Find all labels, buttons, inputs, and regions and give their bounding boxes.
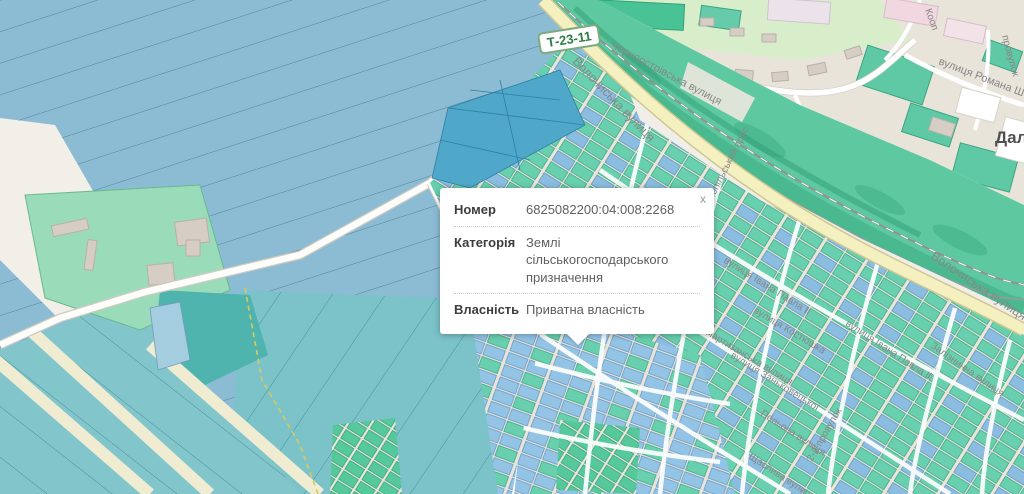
popup-row-value: Приватна власність xyxy=(526,301,700,319)
popup-row-ownership: Власність Приватна власність xyxy=(454,293,700,326)
place-label: Дал xyxy=(995,128,1024,147)
parcel-info-popup: x Номер 6825082200:04:008:2268 Категорія… xyxy=(440,188,714,334)
green-parcel-cluster xyxy=(330,418,402,494)
popup-close-button[interactable]: x xyxy=(698,191,708,207)
lavender-building xyxy=(767,0,830,24)
farm-building xyxy=(186,240,200,256)
popup-row-label: Категорія xyxy=(454,234,526,287)
popup-row-label: Власність xyxy=(454,301,526,319)
popup-row-value: 6825082200:04:008:2268 xyxy=(526,201,700,219)
popup-row-label: Номер xyxy=(454,201,526,219)
popup-row-value: Землі сільськогосподарського призначення xyxy=(526,234,700,287)
green-parcel-cluster xyxy=(556,420,640,494)
popup-tail xyxy=(566,333,590,345)
popup-row-category: Категорія Землі сільськогосподарського п… xyxy=(454,226,700,294)
map-viewport[interactable]: Т-23-11 Чорноострівська вулиця Волочиськ… xyxy=(0,0,1024,494)
popup-row-number: Номер 6825082200:04:008:2268 xyxy=(454,194,700,226)
